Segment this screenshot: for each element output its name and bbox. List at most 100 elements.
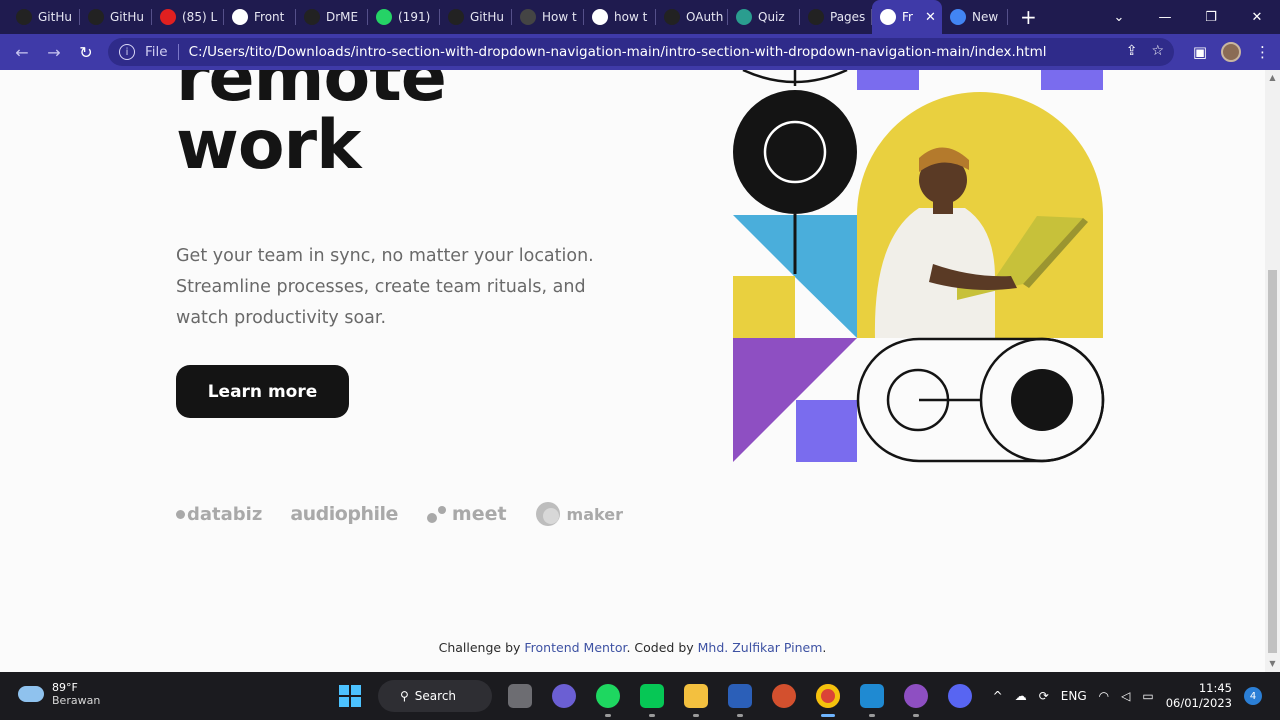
- browser-tab[interactable]: how t: [584, 0, 656, 34]
- share-icon[interactable]: ⇪: [1126, 43, 1138, 59]
- taskbar-spotify[interactable]: [592, 680, 624, 717]
- browser-tab[interactable]: DrME: [296, 0, 368, 34]
- taskbar-discord[interactable]: [944, 680, 976, 712]
- tab-label: Pages: [830, 10, 866, 24]
- client-logos: databiz audio phile meet maker: [176, 494, 651, 534]
- frontend-mentor-link[interactable]: Frontend Mentor: [524, 640, 626, 655]
- scroll-thumb[interactable]: [1268, 270, 1277, 653]
- menu-kebab-icon[interactable]: ⋮: [1255, 43, 1270, 61]
- databiz-dot-icon: [176, 509, 185, 519]
- tab-label: How t: [542, 10, 577, 24]
- browser-tab[interactable]: Quiz: [728, 0, 800, 34]
- violet-block-top: [857, 70, 919, 90]
- browser-tab[interactable]: GitHu: [80, 0, 152, 34]
- bookmark-star-icon[interactable]: ☆: [1151, 43, 1164, 59]
- reload-icon[interactable]: ↻: [70, 43, 102, 62]
- forward-icon[interactable]: →: [38, 43, 70, 62]
- page-viewport: remote work Get your team in sync, no ma…: [0, 70, 1265, 672]
- tab-label: GitHu: [110, 10, 144, 24]
- sync-icon[interactable]: ⟳: [1039, 689, 1049, 703]
- meet-logo: meet: [426, 503, 507, 525]
- github-icon: [304, 9, 320, 25]
- frontend-mentor-icon: [880, 9, 896, 25]
- address-bar: ← → ↻ i File C:/Users/tito/Downloads/int…: [0, 34, 1280, 70]
- info-icon[interactable]: i: [119, 44, 135, 60]
- chrome-icon: [950, 9, 966, 25]
- divider: [177, 44, 179, 60]
- browser-tab[interactable]: Pages: [800, 0, 872, 34]
- author-link[interactable]: Mhd. Zulfikar Pinem: [698, 640, 823, 655]
- violet-square: [796, 400, 857, 462]
- tray-app-icon[interactable]: ☁: [1015, 689, 1027, 703]
- hero-intro: Get your team in sync, no matter your lo…: [176, 246, 594, 328]
- taskbar-word[interactable]: [724, 680, 756, 717]
- browser-tab[interactable]: Fr ✕: [872, 0, 942, 34]
- browser-tab[interactable]: New: [942, 0, 1008, 34]
- notification-badge[interactable]: 4: [1244, 687, 1262, 705]
- browser-tab[interactable]: OAuth: [656, 0, 728, 34]
- wifi-icon[interactable]: ◠: [1099, 689, 1109, 703]
- github-desktop-icon: [904, 684, 928, 708]
- hero-headline: remote work: [176, 70, 447, 180]
- minimize-icon[interactable]: —: [1142, 10, 1188, 25]
- discord-icon: [948, 684, 972, 708]
- browser-tab[interactable]: How t: [512, 0, 584, 34]
- close-window-icon[interactable]: ✕: [1234, 10, 1280, 25]
- tab-search-icon[interactable]: ⌄: [1096, 10, 1142, 25]
- chevron-up-icon[interactable]: ^: [993, 689, 1003, 703]
- window-controls: ⌄ — ❐ ✕: [1096, 0, 1280, 34]
- audiophile-text-bottom: phile: [347, 502, 398, 525]
- side-panel-icon[interactable]: ▣: [1193, 43, 1207, 61]
- search-label: Search: [414, 689, 457, 703]
- taskbar-powerpoint[interactable]: [768, 680, 800, 712]
- browser-tab[interactable]: (85) L: [152, 0, 224, 34]
- clock[interactable]: 11:45 06/01/2023: [1166, 681, 1232, 711]
- windows-logo-icon: [339, 685, 361, 707]
- teams-chat-icon: [552, 684, 576, 708]
- restore-icon[interactable]: ❐: [1188, 10, 1234, 25]
- close-tab-icon[interactable]: ✕: [925, 10, 936, 25]
- tab-label: Fr: [902, 10, 913, 24]
- start-button[interactable]: [334, 680, 366, 712]
- browser-tab[interactable]: (191): [368, 0, 440, 34]
- url-field[interactable]: i File C:/Users/tito/Downloads/intro-sec…: [108, 38, 1174, 66]
- browser-tab[interactable]: GitHu: [8, 0, 80, 34]
- learn-more-button[interactable]: Learn more: [176, 365, 349, 418]
- page-scrollbar[interactable]: ▲ ▼: [1265, 70, 1280, 672]
- weather-widget[interactable]: 89°F Berawan: [18, 681, 100, 707]
- github-icon: [16, 9, 32, 25]
- yellow-square: [733, 276, 795, 338]
- windows-taskbar: 89°F Berawan ⚲ Search ^ ☁ ⟳ ENG ◠ ◁ ▭ 11…: [0, 672, 1280, 720]
- tab-label: New: [972, 10, 999, 24]
- language-indicator[interactable]: ENG: [1061, 689, 1087, 703]
- word-icon: [728, 684, 752, 708]
- attribution-middle: . Coded by: [626, 640, 698, 655]
- browser-tab[interactable]: GitHu: [440, 0, 512, 34]
- back-icon[interactable]: ←: [6, 43, 38, 62]
- scroll-down-icon[interactable]: ▼: [1268, 659, 1277, 668]
- new-tab-icon[interactable]: +: [1008, 5, 1049, 29]
- clock-date: 06/01/2023: [1165, 696, 1232, 710]
- battery-icon[interactable]: ▭: [1142, 689, 1153, 703]
- clock-time: 11:45: [1198, 681, 1232, 695]
- browser-tab[interactable]: Front: [224, 0, 296, 34]
- maker-text: maker: [566, 504, 623, 524]
- tab-label: (191): [398, 10, 431, 24]
- weather-temperature: 89°F: [52, 681, 78, 694]
- taskbar-file-explorer[interactable]: [680, 680, 712, 717]
- attribution-suffix: .: [822, 640, 827, 655]
- violet-block-top-right: [1041, 70, 1103, 90]
- taskbar-chrome[interactable]: [812, 680, 844, 717]
- hero-illustration: [733, 70, 1105, 463]
- taskbar-task-view[interactable]: [504, 680, 536, 712]
- taskbar-line[interactable]: [636, 680, 668, 717]
- profile-avatar[interactable]: [1221, 42, 1241, 62]
- taskbar-vscode[interactable]: [856, 680, 888, 717]
- attribution-prefix: Challenge by: [438, 640, 525, 655]
- taskbar-search[interactable]: ⚲ Search: [378, 680, 492, 712]
- volume-icon[interactable]: ◁: [1121, 689, 1130, 703]
- taskbar-github-desktop[interactable]: [900, 680, 932, 717]
- scroll-up-icon[interactable]: ▲: [1268, 73, 1277, 82]
- google-icon: [592, 9, 608, 25]
- taskbar-teams[interactable]: [548, 680, 580, 712]
